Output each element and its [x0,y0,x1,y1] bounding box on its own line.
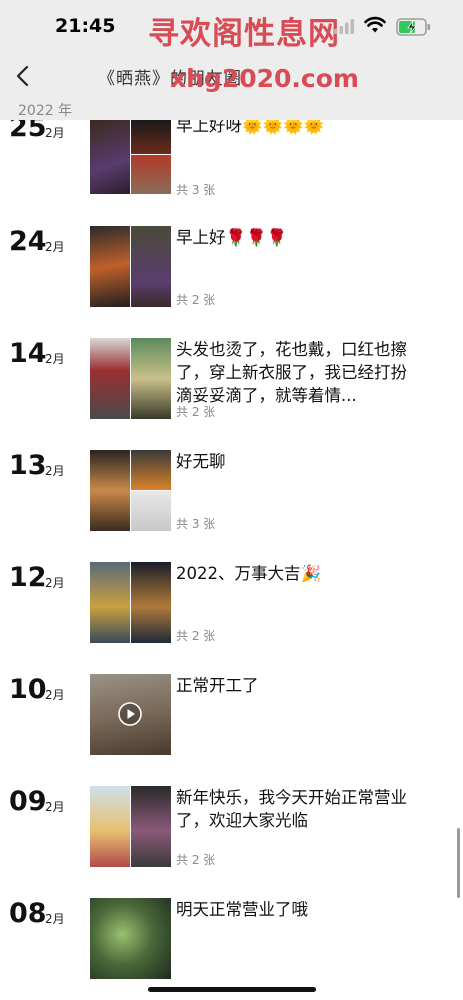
post-image[interactable] [131,786,171,867]
post-video[interactable] [90,674,171,755]
post-image[interactable] [131,155,171,194]
post-image[interactable] [90,786,130,867]
post-image[interactable] [131,120,171,154]
post-item[interactable]: 25 2月 早上好呀🌞🌞🌞🌞 共 3 张 [0,120,463,230]
post-item[interactable]: 08 2月 明天正常营业了哦 [0,898,463,1000]
post-text: 正常开工了 [176,676,259,695]
post-day: 08 [9,898,47,929]
post-month: 2月 [45,352,65,366]
post-text: 好无聊 [176,452,226,471]
post-month: 2月 [45,576,65,590]
image-count: 共 2 张 [176,293,216,307]
image-count: 共 2 张 [176,405,216,419]
post-image[interactable] [131,226,171,307]
signal-icon [334,19,354,34]
post-month: 2月 [45,464,65,478]
post-item[interactable]: 10 2月 正常开工了 [0,674,463,784]
post-image[interactable] [90,338,130,419]
image-count: 共 2 张 [176,853,216,867]
post-day: 13 [9,450,47,481]
post-text: 明天正常营业了哦 [176,900,308,919]
post-month: 2月 [45,800,65,814]
watermark-url: xhg2020.com [170,64,359,93]
post-text: 新年快乐，我今天开始正常营业了，欢迎大家光临 [176,788,407,830]
post-month: 2月 [45,240,65,254]
scrollbar[interactable] [457,828,460,898]
play-icon[interactable] [118,702,142,726]
post-image[interactable] [131,562,171,643]
chevron-left-icon[interactable] [12,64,34,88]
post-image[interactable] [90,450,130,531]
post-month: 2月 [45,912,65,926]
post-thumbnails[interactable] [90,898,171,979]
post-text: 早上好🌹🌹🌹 [176,228,288,247]
post-item[interactable]: 24 2月 早上好🌹🌹🌹 共 2 张 [0,226,463,336]
post-image[interactable] [90,120,130,194]
post-image[interactable] [131,338,171,419]
moments-list: 25 2月 早上好呀🌞🌞🌞🌞 共 3 张 24 2月 早上好🌹🌹🌹 共 2 张 … [0,120,463,1000]
battery-charging-icon [396,18,430,36]
post-item[interactable]: 09 2月 新年快乐，我今天开始正常营业了，欢迎大家光临 共 2 张 [0,786,463,896]
year-label: 2022 年 [18,103,73,119]
home-indicator[interactable] [148,987,316,992]
post-month: 2月 [45,688,65,702]
post-month: 2月 [45,126,65,140]
post-day: 12 [9,562,47,593]
post-thumbnails[interactable] [90,562,171,643]
image-count: 共 3 张 [176,517,216,531]
year-header: 2022 年 [0,98,463,120]
post-thumbnails[interactable] [90,120,171,201]
post-text: 早上好呀🌞🌞🌞🌞 [176,120,325,135]
post-image[interactable] [90,562,130,643]
post-item[interactable]: 13 2月 好无聊 共 3 张 [0,450,463,560]
post-image[interactable] [131,491,171,531]
post-thumbnails[interactable] [90,338,171,419]
watermark-text: 寻欢阁性息网 [148,16,340,52]
post-image[interactable] [90,898,171,979]
post-thumbnails[interactable] [90,226,171,307]
image-count: 共 3 张 [176,183,216,197]
wifi-icon [364,16,386,33]
post-image[interactable] [131,450,171,490]
post-thumbnails[interactable] [90,786,171,867]
post-day: 24 [9,226,47,257]
post-day: 14 [9,338,47,369]
post-day: 25 [9,120,47,143]
status-time: 21:45 [55,15,116,37]
post-item[interactable]: 14 2月 头发也烫了，花也戴，口红也擦了，穿上新衣服了，我已经打扮滴妥妥滴了，… [0,338,463,448]
post-day: 09 [9,786,47,817]
image-count: 共 2 张 [176,629,216,643]
post-text: 2022、万事大吉🎉 [176,564,322,583]
post-item[interactable]: 12 2月 2022、万事大吉🎉 共 2 张 [0,562,463,672]
post-day: 10 [9,674,47,705]
post-thumbnails[interactable] [90,450,171,531]
post-image[interactable] [90,226,130,307]
post-text: 头发也烫了，花也戴，口红也擦了，穿上新衣服了，我已经打扮滴妥妥滴了，就等着情..… [176,340,407,405]
status-bar: 21:45 寻欢阁性息网 [0,0,463,54]
